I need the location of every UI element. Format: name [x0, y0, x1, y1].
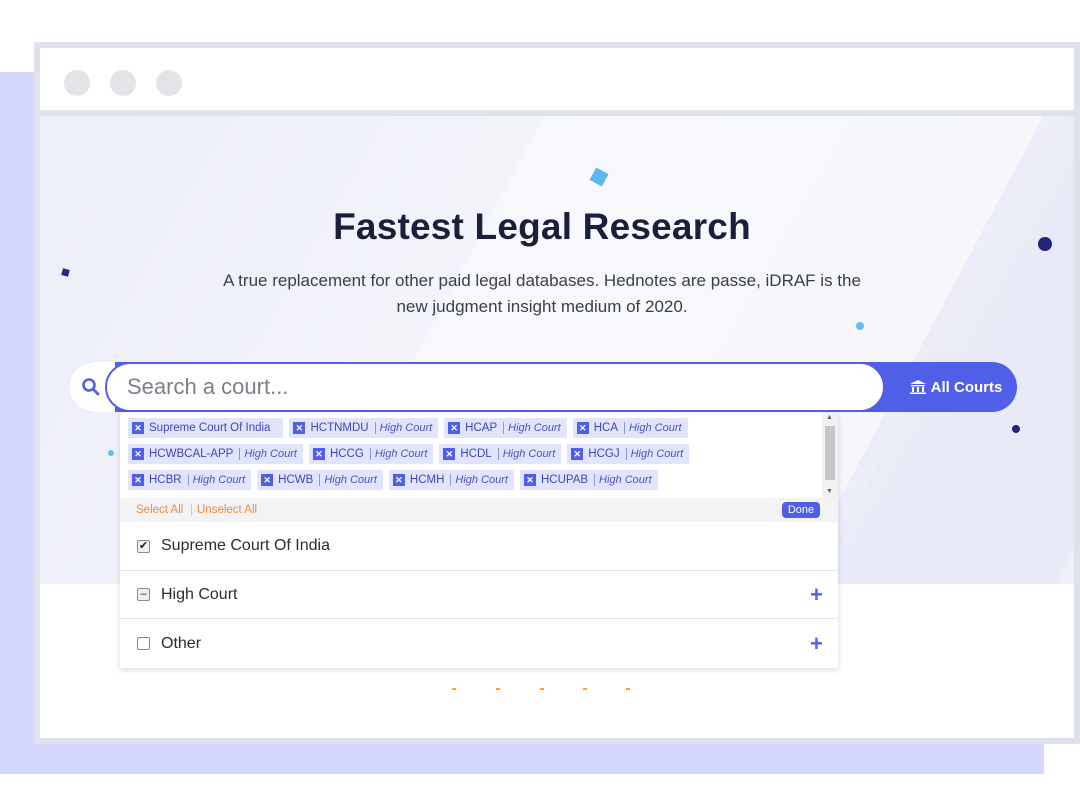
expand-plus-icon[interactable]: + — [810, 582, 823, 608]
option-other[interactable]: Other + — [120, 618, 838, 668]
chip-remove-icon[interactable]: ✕ — [448, 422, 461, 434]
window-dot-2 — [110, 70, 136, 96]
loader-dot — [540, 688, 544, 690]
option-label: Other — [161, 634, 202, 652]
chip: ✕ Supreme Court Of India — [128, 418, 284, 438]
chip-code: HCBR — [149, 474, 182, 486]
window-dot-1 — [64, 70, 90, 96]
court-dropdown: ✕ Supreme Court Of India ✕ HCTNMDU High … — [120, 412, 838, 668]
chip: ✕ HCA High Court — [572, 418, 688, 438]
unselect-all-link[interactable]: Unselect All — [197, 504, 257, 516]
chip-remove-icon[interactable]: ✕ — [523, 474, 536, 486]
chip-code: HCWB — [278, 474, 314, 486]
all-courts-button[interactable]: All Courts — [895, 362, 1017, 412]
all-courts-label: All Courts — [930, 378, 1003, 396]
chips-scrollbar[interactable]: ▲ ▼ — [822, 412, 838, 498]
chip-remove-icon[interactable]: ✕ — [576, 422, 589, 434]
chip-type: High Court — [187, 474, 245, 486]
chip-type: High Court — [239, 448, 297, 460]
chip-code: HCDL — [460, 448, 492, 460]
selected-chips-area: ✕ Supreme Court Of India ✕ HCTNMDU High … — [120, 412, 838, 498]
scroll-down-icon[interactable]: ▼ — [826, 488, 833, 496]
chip-remove-icon[interactable]: ✕ — [571, 448, 584, 460]
court-search-input[interactable] — [105, 362, 885, 412]
chip-type: High Court — [625, 448, 683, 460]
chip-type: High Court — [503, 422, 561, 434]
chip-remove-icon[interactable]: ✕ — [132, 474, 144, 486]
chip: ✕ HCDL High Court — [439, 444, 562, 464]
chip-remove-icon[interactable]: ✕ — [261, 474, 274, 486]
chip-row-1: ✕ Supreme Court Of India ✕ HCTNMDU High … — [128, 418, 688, 438]
option-high-court[interactable]: – High Court + — [120, 570, 838, 618]
chip-code: HCWBCAL-APP — [149, 448, 234, 460]
chip-type: High Court — [594, 474, 652, 486]
court-search-bar: All Courts — [69, 362, 1017, 412]
chip-remove-icon[interactable]: ✕ — [132, 448, 144, 460]
chip-remove-icon[interactable]: ✕ — [392, 474, 405, 486]
chip-code: Supreme Court Of India — [149, 422, 271, 434]
chip-remove-icon[interactable]: ✕ — [293, 422, 306, 434]
chip-code: HCMH — [409, 474, 445, 486]
deco-dot-small — [1012, 425, 1020, 433]
search-icon — [82, 378, 100, 396]
chip-code: HCA — [593, 422, 618, 434]
chip-type: High Court — [450, 474, 508, 486]
chip: ✕ HCMH High Court — [388, 470, 514, 490]
chip-remove-icon[interactable]: ✕ — [132, 422, 144, 434]
loader-dot — [583, 688, 587, 690]
scroll-thumb[interactable] — [825, 426, 835, 480]
chip-type: High Court — [497, 448, 555, 460]
select-all-link[interactable]: Select All — [136, 504, 183, 516]
chip: ✕ HCAP High Court — [444, 418, 567, 438]
checkbox-checked[interactable]: ✔ — [137, 539, 150, 553]
chip: ✕ HCGJ High Court — [567, 444, 690, 464]
done-button[interactable]: Done — [782, 502, 820, 518]
deco-square — [61, 268, 70, 277]
deco-dot-tiny — [108, 450, 114, 456]
chip-type: High Court — [374, 422, 432, 434]
chip: ✕ HCWB High Court — [257, 470, 383, 490]
chip: ✕ HCBR High Court — [128, 470, 252, 490]
expand-plus-icon[interactable]: + — [810, 631, 823, 657]
checkbox-partial[interactable]: – — [137, 588, 150, 601]
browser-window: Fastest Legal Research A true replacemen… — [34, 42, 1080, 744]
window-dot-3 — [156, 70, 182, 96]
page-title: Fastest Legal Research — [333, 206, 751, 247]
option-label: High Court — [161, 585, 238, 603]
chip: ✕ HCUPAB High Court — [519, 470, 658, 490]
loader-dot — [496, 688, 500, 690]
chip-type: High Court — [369, 448, 427, 460]
chip-remove-icon[interactable]: ✕ — [312, 448, 325, 460]
deco-dot-light — [856, 322, 864, 330]
chip-type: High Court — [319, 474, 377, 486]
loader-dot — [452, 688, 456, 690]
chip-code: HCAP — [465, 422, 498, 434]
chip: ✕ HCWBCAL-APP High Court — [128, 444, 303, 464]
loader-dot — [626, 688, 630, 690]
chip: ✕ HCTNMDU High Court — [289, 418, 439, 438]
court-building-icon — [909, 380, 926, 394]
window-titlebar — [40, 48, 1074, 110]
chip-remove-icon[interactable]: ✕ — [443, 448, 456, 460]
scroll-up-icon[interactable]: ▲ — [826, 414, 833, 422]
option-supreme-court[interactable]: ✔ Supreme Court Of India — [120, 522, 838, 570]
chip-code: HCCG — [329, 448, 364, 460]
chip-code: HCGJ — [588, 448, 620, 460]
subtitle-line-1: A true replacement for other paid legal … — [223, 271, 861, 290]
chip: ✕ HCCG High Court — [308, 444, 434, 464]
chip-row-2: ✕ HCWBCAL-APP High Court ✕ HCCG High Cou… — [128, 444, 690, 464]
chip-row-3: ✕ HCBR High Court ✕ HCWB High Court ✕ HC… — [128, 470, 658, 490]
subtitle-line-2: new judgment insight medium of 2020. — [396, 297, 688, 316]
option-label: Supreme Court Of India — [161, 537, 330, 554]
page-subtitle: A true replacement for other paid legal … — [180, 268, 904, 320]
chip-type: High Court — [623, 422, 682, 434]
checkbox-unchecked[interactable] — [137, 637, 150, 650]
actions-separator: | — [190, 504, 193, 516]
selection-actions-bar: Select All | Unselect All Done — [120, 498, 838, 522]
chip-code: HCTNMDU — [310, 422, 369, 434]
chip-code: HCUPAB — [540, 474, 589, 486]
page-content: Fastest Legal Research A true replacemen… — [40, 116, 1074, 738]
